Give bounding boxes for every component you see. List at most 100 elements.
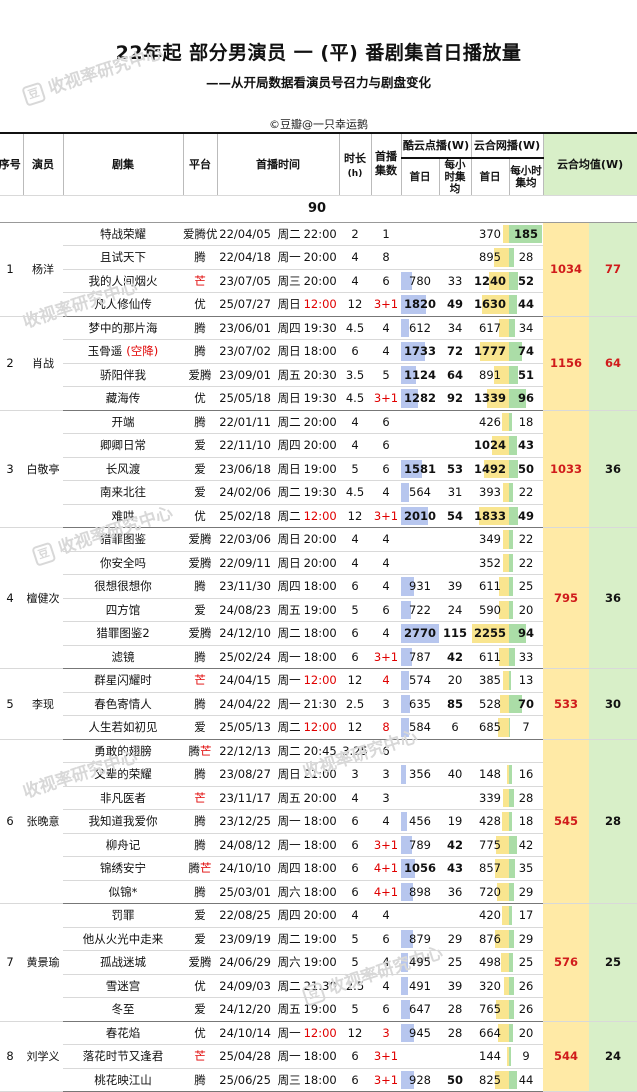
yun-hourly-value: 29 (518, 884, 534, 899)
yun-first-day: 426 (471, 410, 510, 434)
yun-hourly: 26 (509, 997, 544, 1022)
ku-first-day: 1733 (401, 339, 439, 364)
episodes-cell: 6 (371, 598, 401, 622)
episodes-cell: 4 (371, 339, 401, 364)
air-date: 24/02/06 (219, 485, 271, 500)
duration-cell: 4 (339, 903, 371, 928)
duration-cell: 12 (339, 292, 371, 317)
yun-first-day-bar (501, 412, 510, 431)
yun-hourly: 49 (509, 504, 544, 528)
air-time: 19:00 (303, 602, 337, 617)
actor-cell: 李现 (23, 668, 63, 740)
platform-cell: 腾 (183, 645, 217, 669)
duration-cell: 4 (339, 433, 371, 458)
duration-cell: 12 (339, 668, 371, 693)
duration-cell: 6 (339, 833, 371, 857)
table-row: 骄阳伴我 爱腾 23/09/01 周五 20:30 3.5 5 1124 64 891 51 (0, 363, 637, 387)
airtime-cell: 22/12/13 周二 20:45 (217, 739, 339, 763)
episodes-cell: 4+1 (371, 856, 401, 881)
yun-first-day: 370 (471, 222, 510, 246)
ku-hourly (439, 410, 472, 434)
air-date: 25/05/18 (219, 391, 271, 406)
air-time: 18:00 (303, 1049, 337, 1064)
airtime-cell: 23/07/02 周日 18:00 (217, 339, 339, 364)
duration-cell: 6 (339, 339, 371, 364)
platform-cell: 腾 (183, 880, 217, 904)
drama-name: 春花焰 (105, 1025, 141, 1040)
air-time: 19:00 (303, 955, 337, 970)
yun-hourly-value: 51 (518, 367, 535, 382)
air-weekday: 周二 (277, 743, 301, 758)
seq-cell: 8 (0, 1021, 23, 1092)
drama-cell: 玉骨遥 (空降) (63, 339, 183, 364)
yun-first-day-value: 1339 (474, 391, 507, 406)
air-time: 18:00 (303, 344, 337, 359)
ku-hourly: 49 (439, 292, 472, 317)
platform-cell: 腾 (183, 245, 217, 270)
avg-first-day: 1034 (543, 222, 590, 317)
yun-hourly-value: 9 (522, 1049, 530, 1064)
ku-hourly: 40 (439, 762, 472, 787)
yun-first-day-value: 1833 (474, 508, 507, 523)
drama-name: 特战荣耀 (100, 226, 146, 241)
drama-name: 我知道我爱你 (88, 814, 158, 829)
ku-hourly: 42 (439, 645, 472, 669)
airtime-cell: 25/07/27 周日 12:00 (217, 292, 339, 317)
yun-first-day-value: 148 (479, 767, 501, 782)
table-row: 3 白敬亭 开端腾 22/01/11 周二 20:00 4 6 426 18 1033 36 (0, 410, 637, 528)
ku-first-day: 456 (401, 809, 439, 834)
ku-hourly: 28 (439, 997, 472, 1022)
duration-cell: 6 (339, 574, 371, 599)
ku-first-day: 2010 (401, 504, 439, 528)
drama-name: 且试天下 (100, 250, 146, 265)
air-time: 20:00 (303, 438, 337, 453)
ku-first-day-value: 495 (409, 955, 431, 970)
air-weekday: 周二 (277, 626, 301, 641)
ku-first-day (401, 222, 439, 246)
ku-hourly: 53 (439, 457, 472, 481)
platform-cell: 优 (183, 292, 217, 317)
table-row: 你安全吗 爱腾 22/09/11 周日 20:00 4 4 352 22 (0, 551, 637, 575)
air-weekday: 周四 (277, 320, 301, 335)
platform-cell: 爱 (183, 457, 217, 481)
episodes-cell: 4 (371, 574, 401, 599)
air-weekday: 周三 (277, 1072, 301, 1087)
yun-hourly-bar (509, 929, 515, 948)
yun-first-day-value: 2255 (474, 626, 507, 641)
drama-cell: 凡人修仙传 (63, 292, 183, 317)
duration-cell: 6 (339, 856, 371, 881)
yun-hourly-bar (509, 483, 513, 502)
air-time: 20:00 (303, 555, 337, 570)
avg-hourly: 30 (589, 668, 637, 740)
air-date: 23/07/05 (219, 273, 271, 288)
air-date: 24/08/12 (219, 837, 271, 852)
duration-cell: 2.5 (339, 974, 371, 998)
actor-cell: 檀健次 (23, 527, 63, 669)
ku-first-day: 931 (401, 574, 439, 599)
yun-hourly-value: 17 (518, 908, 534, 923)
ku-hourly: 42 (439, 833, 472, 857)
air-weekday: 周五 (277, 1002, 301, 1017)
drama-name: 猎罪图鉴 (100, 532, 146, 547)
yun-first-day: 1833 (471, 504, 510, 528)
ku-first-day-value: 789 (409, 837, 431, 852)
airtime-cell: 24/08/12 周一 18:00 (217, 833, 339, 857)
yun-hourly-value: 50 (518, 461, 535, 476)
air-time: 22:00 (303, 226, 337, 241)
yun-first-day-value: 895 (479, 250, 501, 265)
ku-first-day-value: 647 (409, 1002, 431, 1017)
yun-first-day: 320 (471, 974, 510, 998)
yun-first-day-value: 590 (479, 602, 501, 617)
platform-cell: 腾 (183, 1068, 217, 1092)
air-date: 25/06/25 (219, 1072, 271, 1087)
platform-cell: 爱腾 (183, 363, 217, 387)
yun-hourly-bar (509, 859, 516, 878)
yun-first-day-value: 876 (479, 931, 501, 946)
drama-name: 卿卿日常 (100, 438, 146, 453)
ku-first-day: 495 (401, 950, 439, 975)
drama-name: 很想很想你 (94, 579, 152, 594)
air-time: 18:00 (303, 837, 337, 852)
air-weekday: 周一 (277, 1049, 301, 1064)
yun-hourly: 28 (509, 245, 544, 270)
episodes-cell: 4 (371, 480, 401, 505)
